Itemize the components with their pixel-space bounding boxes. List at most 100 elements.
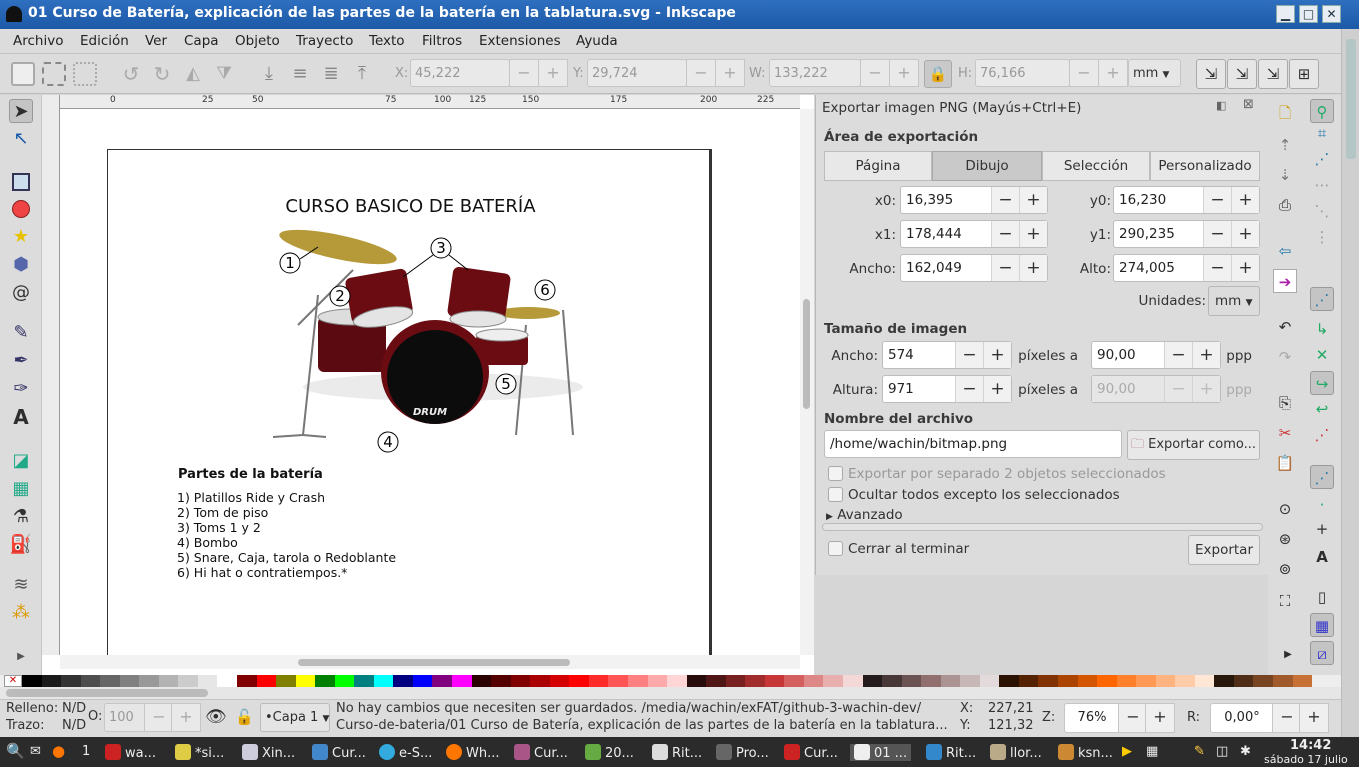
color-swatch[interactable] (882, 675, 902, 687)
notes-icon[interactable]: ✎ (1194, 744, 1205, 759)
opacity-plus-button[interactable]: + (171, 703, 201, 732)
export-as-button[interactable]: 🗀 Exportar como... (1127, 430, 1260, 460)
taskbar-item[interactable]: Xin... (242, 744, 295, 761)
dpi-field[interactable]: 90,00− + (1091, 341, 1221, 369)
fullscreen-icon[interactable]: ⛶ (1273, 589, 1297, 613)
color-swatch[interactable] (784, 675, 804, 687)
color-swatch[interactable] (999, 675, 1019, 687)
star-tool-icon[interactable]: ★ (9, 225, 33, 249)
color-swatch[interactable] (921, 675, 941, 687)
scroll-thumb[interactable] (298, 659, 570, 666)
w-field[interactable]: 133,222 (769, 59, 861, 87)
paste-icon[interactable]: 📋 (1273, 451, 1297, 475)
dpi-plus-button[interactable]: + (1192, 342, 1220, 368)
snap-rotation-center-icon[interactable]: + (1310, 517, 1334, 541)
calligraphy-tool-icon[interactable]: ✑ (9, 377, 33, 401)
color-swatch[interactable] (1253, 675, 1273, 687)
color-swatch[interactable] (1194, 675, 1215, 687)
img-width-minus-button[interactable]: − (955, 342, 983, 368)
color-swatch[interactable] (608, 675, 628, 687)
select-all-layers-icon[interactable] (42, 62, 66, 86)
dpi-minus-button[interactable]: − (1164, 342, 1192, 368)
export-separately-checkbox[interactable] (828, 466, 843, 481)
palette-scrollbar[interactable] (0, 687, 1341, 699)
taskbar-item[interactable]: llor... (990, 744, 1042, 761)
clock-time[interactable]: 14:42 (1290, 738, 1331, 753)
y0-field[interactable]: 16,230− + (1113, 186, 1260, 214)
color-swatch[interactable] (706, 675, 726, 687)
close-when-done-checkbox[interactable] (828, 541, 843, 556)
color-swatch[interactable] (510, 675, 531, 687)
mail-icon[interactable]: ✉ (30, 744, 41, 759)
color-swatch[interactable] (432, 675, 453, 687)
search-icon[interactable]: 🔍 (6, 742, 25, 760)
gradient-tool-icon[interactable]: ◪ (9, 449, 33, 473)
filename-value[interactable]: /home/wachin/bitmap.png (825, 431, 1121, 457)
x-field[interactable]: 45,222 (410, 59, 510, 87)
redo-icon[interactable]: ↷ (1273, 345, 1297, 369)
x1-field[interactable]: 178,444− + (900, 220, 1048, 248)
snap-text-baseline-icon[interactable]: A (1310, 545, 1334, 569)
color-swatch[interactable] (901, 675, 922, 687)
flip-horizontal-icon[interactable]: ◭ (181, 62, 205, 86)
color-swatch[interactable] (1116, 675, 1137, 687)
alto-plus-button[interactable]: + (1231, 255, 1259, 281)
color-swatch[interactable] (1136, 675, 1156, 687)
color-swatch[interactable] (217, 675, 238, 687)
bluetooth-icon[interactable]: ✱ (1240, 744, 1251, 759)
x1-plus-button[interactable]: + (1019, 221, 1047, 247)
color-swatch[interactable] (549, 675, 570, 687)
y1-minus-button[interactable]: − (1203, 221, 1231, 247)
workspace-number[interactable]: 1 (82, 744, 90, 759)
color-swatch[interactable] (412, 675, 433, 687)
selector-tool-icon[interactable]: ➤ (9, 99, 33, 123)
menu-extensiones[interactable]: Extensiones (479, 33, 561, 49)
undo-icon[interactable]: ↶ (1273, 315, 1297, 339)
close-panel-icon[interactable]: ⊠ (1243, 97, 1254, 112)
minimize-button[interactable]: ▁ (1276, 5, 1295, 23)
color-swatch[interactable] (80, 675, 101, 687)
scroll-thumb[interactable] (803, 299, 810, 409)
rotation-minus-button[interactable]: − (1272, 703, 1302, 733)
menu-trayecto[interactable]: Trayecto (296, 33, 353, 49)
color-swatch[interactable] (373, 675, 394, 687)
x1-value[interactable]: 178,444 (901, 221, 991, 247)
rotate-ccw-icon[interactable]: ↺ (119, 62, 143, 86)
color-swatch[interactable] (1018, 675, 1039, 687)
color-swatch[interactable] (197, 675, 218, 687)
pencil-tool-icon[interactable]: ✎ (9, 321, 33, 345)
img-width-field[interactable]: 574− + (882, 341, 1012, 369)
alto-field[interactable]: 274,005− + (1113, 254, 1260, 282)
x-plus-button[interactable]: + (538, 59, 568, 87)
select-all-icon[interactable] (11, 62, 35, 86)
tab-seleccion[interactable]: Selección (1042, 151, 1150, 181)
taskbar-item[interactable]: 20... (585, 744, 634, 761)
open-icon[interactable]: ⇡ (1273, 133, 1297, 157)
spiral-tool-icon[interactable]: @ (9, 281, 33, 305)
spray-tool-icon[interactable]: ⁂ (9, 601, 33, 625)
color-swatch[interactable] (764, 675, 785, 687)
color-swatch[interactable] (940, 675, 961, 687)
color-swatch[interactable] (1038, 675, 1058, 687)
y1-plus-button[interactable]: + (1231, 221, 1259, 247)
color-swatch[interactable] (354, 675, 374, 687)
snap-midpoints-icon[interactable]: ⋱ (1310, 199, 1334, 223)
lock-icon[interactable]: 🔒 (924, 60, 952, 88)
snap-grid-icon[interactable]: ▦ (1310, 613, 1334, 637)
close-button[interactable]: ✕ (1322, 5, 1341, 23)
save-icon[interactable]: ⇣ (1273, 163, 1297, 187)
deselect-icon[interactable] (73, 62, 97, 86)
lower-to-bottom-icon[interactable]: ⤓ (257, 62, 281, 86)
snap-paths-icon[interactable]: ↳ (1310, 317, 1334, 341)
stroke-value[interactable]: N/D (62, 718, 86, 733)
img-height-minus-button[interactable]: − (955, 376, 983, 402)
color-swatch[interactable] (491, 675, 511, 687)
document-page[interactable]: CURSO BASICO DE BATERÍA DRUM 1 2 3 4 5 6… (107, 149, 712, 659)
advanced-expander[interactable]: ▶ Avanzado (826, 507, 903, 523)
color-swatch[interactable] (1214, 675, 1234, 687)
y1-value[interactable]: 290,235 (1114, 221, 1203, 247)
x-minus-button[interactable]: − (509, 59, 539, 87)
h-minus-button[interactable]: − (1069, 59, 1099, 87)
y0-value[interactable]: 16,230 (1114, 187, 1203, 213)
menu-archivo[interactable]: Archivo (13, 33, 63, 49)
